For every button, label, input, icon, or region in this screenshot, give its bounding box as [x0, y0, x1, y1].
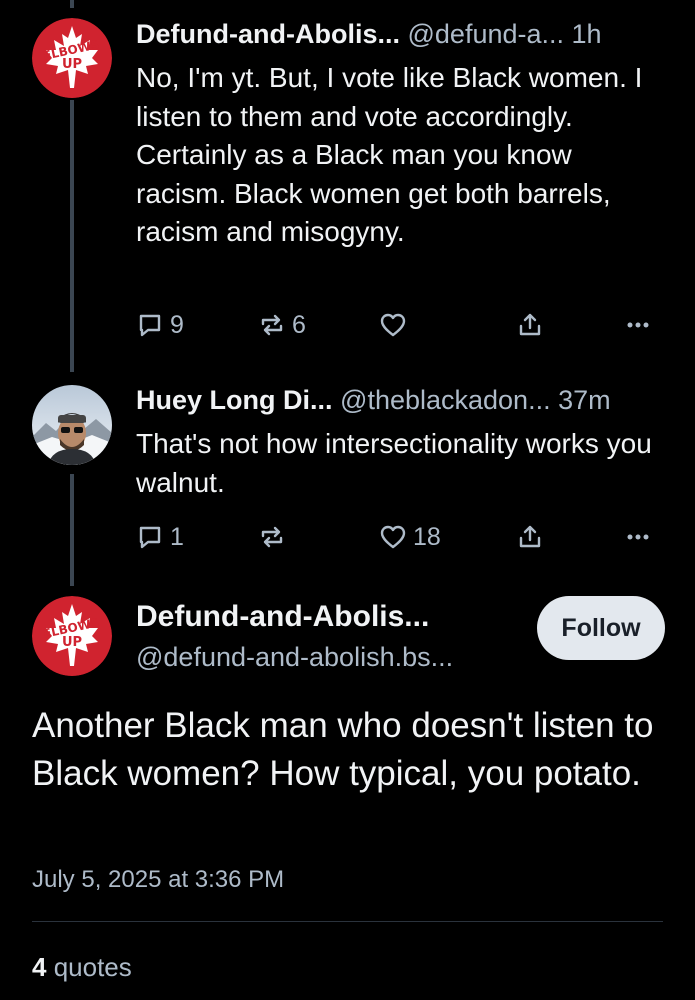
author-name[interactable]: Defund-and-Abolis...: [136, 19, 400, 49]
divider: [32, 921, 663, 922]
quotes-label: quotes: [53, 952, 132, 982]
reply-count: 9: [170, 310, 184, 339]
svg-text:UP: UP: [62, 635, 82, 650]
elbows-up-maple-leaf-icon: ELBOWS UP: [32, 596, 112, 676]
repost-button[interactable]: 6: [258, 310, 306, 340]
avatar[interactable]: [32, 385, 112, 465]
repost-icon: [261, 314, 283, 336]
elbows-up-maple-leaf-icon: ELBOWS UP: [32, 18, 112, 98]
author-handle[interactable]: @theblackadon...: [340, 385, 551, 415]
like-button[interactable]: [379, 310, 413, 340]
like-count: 18: [413, 522, 441, 551]
heart-icon: [380, 525, 406, 549]
repost-icon: [261, 526, 283, 548]
quotes-link[interactable]: 4 quotes: [32, 952, 132, 983]
post-text: That's not how intersectionality works y…: [136, 428, 652, 498]
reply-button[interactable]: 9: [136, 310, 184, 340]
post-header: Defund-and-Abolis... @defund-a... 1h: [136, 17, 602, 51]
quotes-count: 4: [32, 952, 47, 982]
profile-photo-icon: [32, 385, 112, 465]
author-name[interactable]: Huey Long Di...: [136, 385, 333, 415]
like-button[interactable]: 18: [379, 522, 441, 552]
author-handle[interactable]: @defund-a...: [408, 19, 565, 49]
avatar[interactable]: ELBOWS UP: [32, 18, 112, 98]
share-icon: [519, 525, 541, 548]
repost-button[interactable]: [258, 522, 292, 552]
reply-count: 1: [170, 522, 184, 551]
thread-view: ELBOWS UP Defund-and-Abolis... @defund-a…: [0, 0, 695, 1000]
post-time: 37m: [558, 385, 611, 415]
share-button[interactable]: [516, 310, 544, 340]
thread-connector-line: [70, 100, 74, 372]
post-actions: 9 6: [136, 310, 656, 340]
thread-connector-line: [70, 474, 74, 586]
share-button[interactable]: [516, 522, 544, 552]
reply-icon: [139, 314, 161, 337]
heart-icon: [380, 313, 406, 337]
author-name[interactable]: Defund-and-Abolis...: [136, 598, 429, 636]
ellipsis-icon: [627, 322, 649, 328]
share-icon: [519, 313, 541, 336]
svg-text:UP: UP: [62, 57, 82, 72]
post-timestamp: July 5, 2025 at 3:36 PM: [32, 866, 285, 893]
author-handle[interactable]: @defund-and-abolish.bs...: [136, 640, 453, 674]
post-header: Huey Long Di... @theblackadon... 37m: [136, 383, 611, 417]
avatar[interactable]: ELBOWS UP: [32, 596, 112, 676]
ellipsis-icon: [627, 534, 649, 540]
more-options-button[interactable]: [624, 310, 652, 340]
more-options-button[interactable]: [624, 522, 652, 552]
post-text: Another Black man who doesn't listen to …: [32, 706, 654, 793]
post-time: 1h: [571, 19, 602, 49]
post-actions: 1 18: [136, 522, 656, 552]
repost-count: 6: [292, 310, 306, 339]
reply-button[interactable]: 1: [136, 522, 184, 552]
thread-connector-line: [70, 0, 74, 8]
post-text: No, I'm yt. But, I vote like Black women…: [136, 62, 643, 247]
follow-button[interactable]: Follow: [537, 596, 665, 660]
reply-icon: [139, 526, 161, 549]
